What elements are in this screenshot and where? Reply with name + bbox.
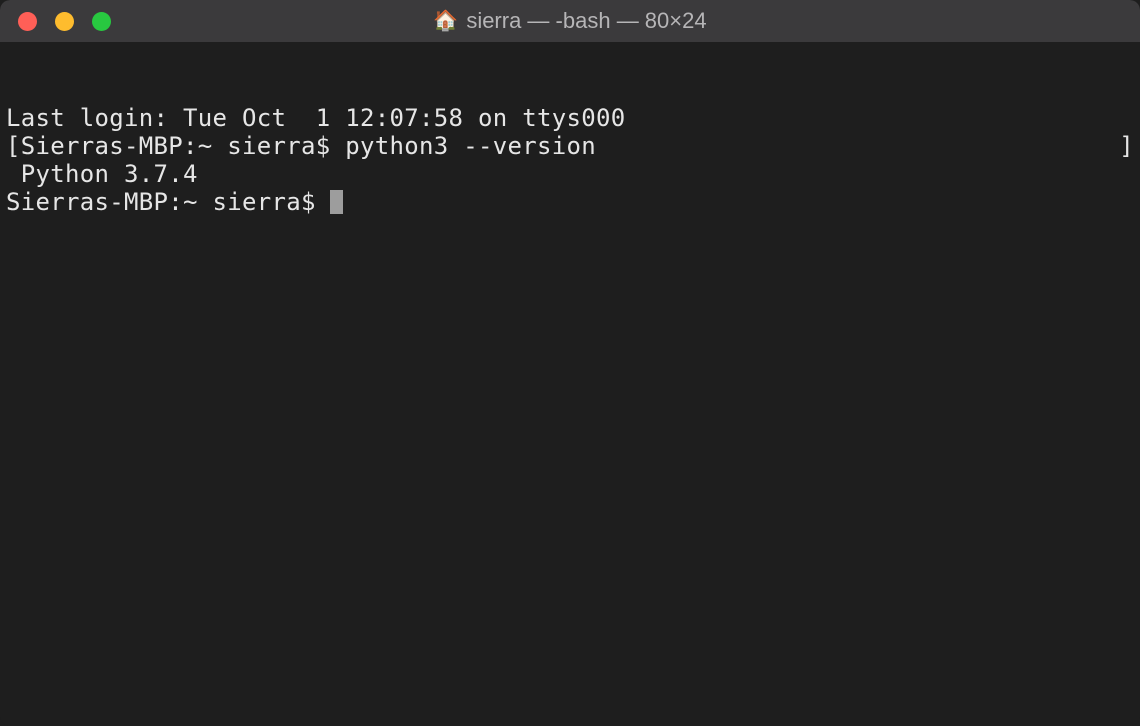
typed-command: python3 --version	[345, 132, 596, 160]
command-output: Python 3.7.4	[6, 160, 1134, 188]
current-prompt-line: Sierras-MBP:~ sierra$	[6, 188, 1134, 216]
home-icon: 🏠	[433, 11, 458, 31]
traffic-lights	[18, 12, 111, 31]
shell-prompt: Sierras-MBP:~ sierra$	[21, 132, 345, 160]
titlebar: 🏠 sierra — -bash — 80×24	[0, 0, 1140, 42]
terminal-window: 🏠 sierra — -bash — 80×24 Last login: Tue…	[0, 0, 1140, 726]
cursor-icon	[330, 190, 343, 214]
close-icon[interactable]	[18, 12, 37, 31]
last-login-line: Last login: Tue Oct 1 12:07:58 on ttys00…	[6, 104, 1134, 132]
shell-prompt: Sierras-MBP:~ sierra$	[6, 188, 330, 216]
window-title: 🏠 sierra — -bash — 80×24	[433, 8, 706, 34]
prompt-bracket-right: ]	[1119, 132, 1134, 160]
command-line: [Sierras-MBP:~ sierra$ python3 --version…	[6, 132, 1134, 160]
minimize-icon[interactable]	[55, 12, 74, 31]
window-title-text: sierra — -bash — 80×24	[466, 8, 706, 34]
maximize-icon[interactable]	[92, 12, 111, 31]
prompt-bracket-left: [	[6, 132, 21, 160]
terminal-body[interactable]: Last login: Tue Oct 1 12:07:58 on ttys00…	[0, 42, 1140, 726]
